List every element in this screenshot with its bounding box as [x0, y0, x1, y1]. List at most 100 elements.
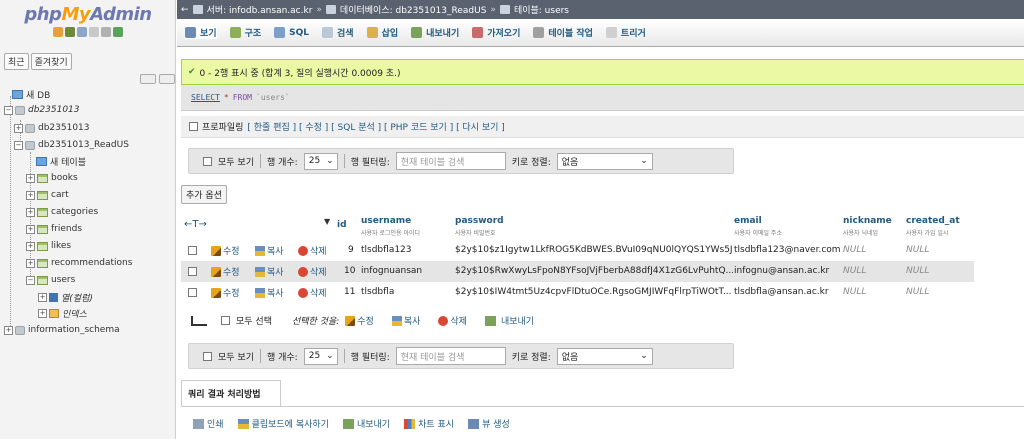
- tab-insert[interactable]: 삽입: [366, 26, 398, 39]
- tab-structure[interactable]: 구조: [229, 26, 261, 39]
- copy-row-link[interactable]: 복사: [255, 265, 284, 278]
- breadcrumb-server[interactable]: 서버: infodb.ansan.ac.kr: [207, 3, 313, 16]
- cell-password[interactable]: $2y$10$RwXwyLsFpoN8YFsoJVjFberbA88dfJ4X1…: [455, 266, 733, 276]
- collapse-toggle[interactable]: −: [26, 275, 35, 285]
- cell-email[interactable]: tlsdbfla123@naver.com: [734, 245, 842, 255]
- sort-key-select[interactable]: 없음 ⌄: [556, 347, 653, 365]
- tree-item-table-recommendations[interactable]: + recommendations: [26, 255, 132, 271]
- collapse-all-button[interactable]: [140, 74, 156, 84]
- expand-toggle[interactable]: +: [14, 123, 23, 133]
- cell-username[interactable]: tlsdbfla123: [361, 245, 453, 255]
- breadcrumb-database[interactable]: 데이터베이스: db2351013_ReadUS: [340, 3, 487, 16]
- row-count-select[interactable]: 25 ⌄: [303, 152, 338, 170]
- cell-created-at[interactable]: NULL: [906, 266, 929, 276]
- export-link[interactable]: 내보내기: [342, 417, 390, 430]
- bulk-export-button[interactable]: 내보내기: [484, 314, 534, 327]
- row-checkbox[interactable]: [188, 267, 197, 276]
- extra-options-button[interactable]: 추가 옵션: [181, 185, 227, 204]
- bulk-edit-button[interactable]: 수정: [345, 314, 374, 327]
- query-action-links[interactable]: [ 한줄 편집 ] [ 수정 ] [ SQL 분석 ] [ PHP 코드 보기 …: [247, 120, 504, 133]
- column-toggle-arrows[interactable]: ←T→: [184, 219, 207, 230]
- tree-item-users-index[interactable]: + 인덱스: [38, 305, 87, 321]
- link-with-main-button[interactable]: [159, 74, 175, 84]
- bulk-copy-button[interactable]: 복사: [391, 314, 420, 327]
- cell-email[interactable]: infognu@ansan.ac.kr: [734, 266, 842, 276]
- show-all-checkbox[interactable]: [203, 351, 212, 361]
- show-all-checkbox[interactable]: [203, 156, 212, 166]
- tree-item-db-root[interactable]: − db2351013: [4, 102, 80, 118]
- expand-toggle[interactable]: +: [26, 258, 35, 268]
- cell-password[interactable]: $2y$10$z1Igytw1LkfROG5KdBWES.BVuI09qNU0l…: [455, 245, 733, 255]
- cell-nickname[interactable]: NULL: [843, 287, 866, 297]
- cell-password[interactable]: $2y$10$IW4tmt5Uz4cpvFlDtuOCe.RgsoGMJIWFq…: [455, 287, 733, 297]
- cell-created-at[interactable]: NULL: [906, 245, 929, 255]
- cell-email[interactable]: tlsdbfla@ansan.ac.kr: [734, 287, 842, 297]
- copy-row-link[interactable]: 복사: [255, 244, 284, 257]
- expand-toggle[interactable]: +: [26, 241, 35, 251]
- back-arrow-icon[interactable]: ←: [181, 5, 189, 15]
- cell-nickname[interactable]: NULL: [843, 245, 866, 255]
- column-header-username[interactable]: username: [361, 216, 411, 226]
- collapse-toggle[interactable]: −: [14, 140, 23, 150]
- column-header-id[interactable]: id: [337, 220, 347, 230]
- tab-favorites[interactable]: 즐겨찾기: [30, 53, 72, 70]
- profiling-checkbox[interactable]: [189, 122, 198, 131]
- tab-import[interactable]: 가져오기: [472, 26, 520, 39]
- home-icon[interactable]: [53, 27, 63, 37]
- copy-to-clipboard-link[interactable]: 클립보드에 복사하기: [237, 417, 329, 430]
- sql-select-keyword[interactable]: SELECT: [191, 93, 220, 102]
- tab-recent[interactable]: 최근: [4, 53, 29, 70]
- filter-rows-input[interactable]: 현재 테이블 검색: [395, 152, 506, 170]
- tree-item-db-child2[interactable]: − db2351013_ReadUS: [14, 137, 129, 153]
- tab-browse[interactable]: 보기: [185, 26, 217, 39]
- edit-row-link[interactable]: 수정: [211, 265, 240, 278]
- tab-sql[interactable]: SQL: [274, 27, 309, 38]
- tab-search[interactable]: 검색: [322, 26, 354, 39]
- cell-id[interactable]: 9: [348, 245, 354, 255]
- tree-item-table-likes[interactable]: + likes: [26, 238, 71, 254]
- settings-icon[interactable]: [101, 27, 111, 37]
- tree-item-table-books[interactable]: + books: [26, 170, 78, 186]
- tab-operations[interactable]: 테이블 작업: [533, 26, 593, 39]
- column-header-email[interactable]: email: [734, 216, 762, 226]
- tab-export[interactable]: 내보내기: [411, 26, 459, 39]
- cell-username[interactable]: tlsdbfla: [361, 287, 453, 297]
- cell-id[interactable]: 11: [344, 287, 355, 297]
- check-all-label[interactable]: 모두 선택: [236, 314, 272, 327]
- column-header-password[interactable]: password: [455, 216, 504, 226]
- tree-item-table-friends[interactable]: + friends: [26, 221, 82, 237]
- cell-username[interactable]: infognuansan: [361, 266, 453, 276]
- row-checkbox[interactable]: [188, 288, 197, 297]
- print-link[interactable]: 인쇄: [193, 417, 224, 430]
- help-icon[interactable]: [77, 27, 87, 37]
- breadcrumb-table[interactable]: 테이블: users: [514, 3, 569, 16]
- expand-toggle[interactable]: +: [26, 173, 35, 183]
- row-count-select[interactable]: 25 ⌄: [303, 347, 338, 365]
- tree-item-information-schema[interactable]: + information_schema: [4, 322, 120, 338]
- reload-icon[interactable]: [113, 27, 123, 37]
- expand-toggle[interactable]: +: [38, 308, 47, 318]
- tree-item-new-table[interactable]: 새 테이블: [36, 153, 86, 169]
- sort-key-select[interactable]: 없음 ⌄: [556, 152, 653, 170]
- expand-toggle[interactable]: +: [26, 224, 35, 234]
- display-chart-link[interactable]: 차트 표시: [404, 417, 454, 430]
- filter-rows-input[interactable]: 현재 테이블 검색: [395, 347, 506, 365]
- expand-toggle[interactable]: +: [38, 292, 47, 302]
- collapse-toggle[interactable]: −: [4, 105, 13, 115]
- docs-icon[interactable]: [89, 27, 99, 37]
- delete-row-link[interactable]: 삭제: [298, 286, 327, 299]
- phpmyadmin-logo[interactable]: phpMyAdmin: [0, 4, 176, 25]
- copy-row-link[interactable]: 복사: [255, 286, 284, 299]
- cell-id[interactable]: 10: [344, 266, 355, 276]
- delete-row-link[interactable]: 삭제: [298, 244, 327, 257]
- tree-item-table-users[interactable]: − users: [26, 272, 75, 288]
- tree-item-table-categories[interactable]: + categories: [26, 204, 98, 220]
- column-header-created-at[interactable]: created_at: [906, 216, 960, 226]
- check-all-checkbox[interactable]: [221, 316, 230, 325]
- cell-created-at[interactable]: NULL: [906, 287, 929, 297]
- create-view-link[interactable]: 뷰 생성: [468, 417, 510, 430]
- cell-nickname[interactable]: NULL: [843, 266, 866, 276]
- tree-item-users-columns[interactable]: + 열(컬럼): [38, 289, 93, 305]
- row-checkbox[interactable]: [188, 246, 197, 255]
- sort-descending-icon[interactable]: ▼: [324, 217, 330, 226]
